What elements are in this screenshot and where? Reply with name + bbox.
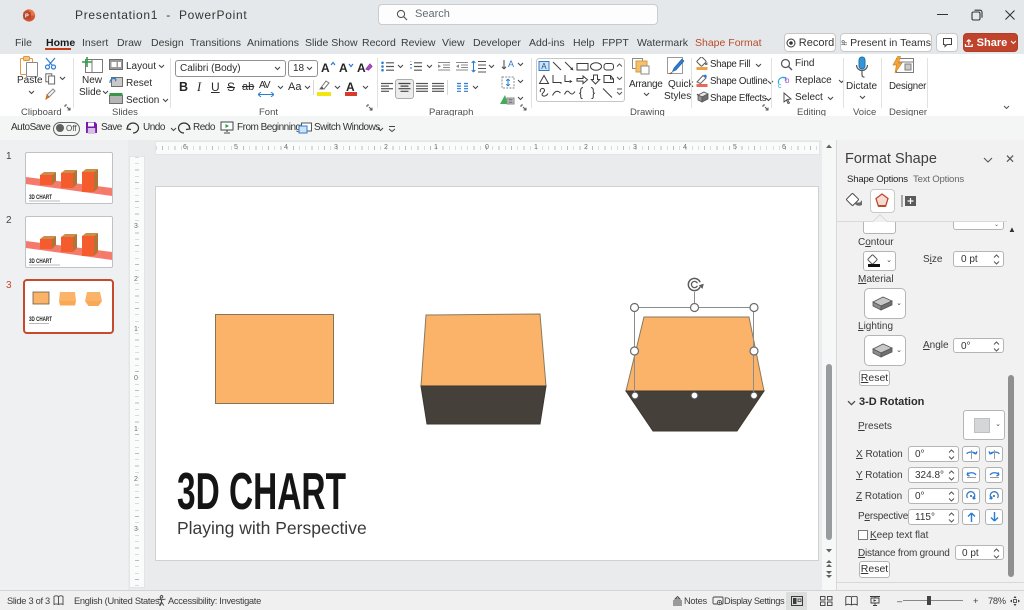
svg-text:P: P (25, 14, 29, 20)
svg-text:c: c (778, 83, 782, 88)
svg-text:Playing with Perspective: Playing with Perspective (177, 518, 367, 538)
svg-text:b: b (785, 76, 790, 85)
svg-text:A: A (541, 62, 547, 71)
svg-text:A: A (508, 59, 514, 69)
svg-text:3D CHART: 3D CHART (177, 463, 346, 521)
